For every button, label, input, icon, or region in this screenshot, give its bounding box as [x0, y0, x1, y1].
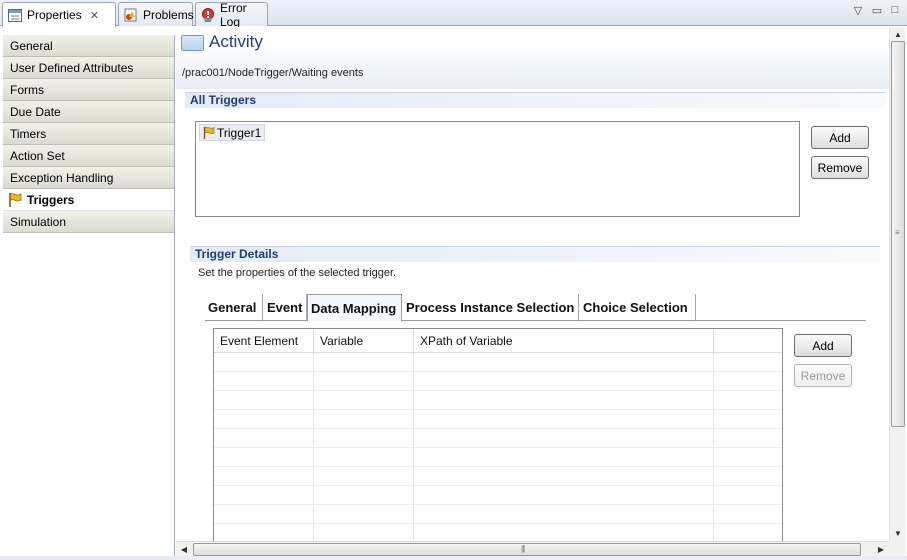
scroll-down-icon[interactable]: ▼ — [891, 526, 905, 540]
section-title: Trigger Details — [195, 247, 279, 261]
tab-label: Event — [267, 300, 303, 315]
column-header-variable[interactable]: Variable — [314, 329, 414, 353]
horizontal-scroll-thumb[interactable]: ||| — [193, 543, 861, 556]
button-label: Remove — [817, 160, 863, 175]
column-label: XPath of Variable — [420, 334, 513, 348]
nav-item-user-defined-attributes[interactable]: User Defined Attributes — [3, 57, 174, 79]
button-label: Add — [829, 130, 851, 145]
close-icon[interactable]: ✕ — [90, 9, 99, 22]
maximize-icon[interactable]: □ — [888, 4, 902, 16]
properties-header: Activity /prac001/NodeTrigger/Waiting ev… — [176, 27, 889, 89]
nav-item-due-date[interactable]: Due Date — [3, 101, 174, 123]
tab-error-log[interactable]: Error Log — [195, 0, 268, 29]
property-sections-nav: General User Defined Attributes Forms Du… — [3, 35, 175, 560]
scroll-right-icon[interactable]: ▶ — [874, 542, 888, 556]
tab-choice-selection[interactable]: Choice Selection — [580, 294, 696, 321]
tab-label: Problems — [143, 7, 194, 22]
section-title: All Triggers — [190, 93, 257, 107]
table-row — [214, 353, 782, 372]
nav-item-general[interactable]: General — [3, 35, 174, 57]
nav-item-label: General — [10, 38, 53, 53]
column-label: Event Element — [220, 334, 299, 348]
table-row — [214, 505, 782, 524]
properties-main-panel: Activity /prac001/NodeTrigger/Waiting ev… — [176, 27, 889, 541]
tab-process-instance-selection[interactable]: Process Instance Selection — [403, 294, 579, 321]
nav-item-label: Timers — [10, 126, 47, 141]
table-row — [214, 429, 782, 448]
error-log-icon — [201, 7, 215, 22]
grip-icon: ≡ — [895, 228, 900, 237]
nav-item-label: Triggers — [27, 192, 75, 207]
table-row — [214, 524, 782, 541]
table-header: Event Element Variable XPath of Variable — [214, 329, 782, 353]
remove-trigger-button[interactable]: Remove — [811, 156, 869, 179]
trigger-details-section-header[interactable]: Trigger Details — [190, 246, 880, 262]
table-row — [214, 467, 782, 486]
column-header-empty[interactable] — [714, 329, 782, 353]
tab-label: Properties — [27, 8, 82, 22]
nav-item-label: Action Set — [10, 148, 65, 163]
table-row — [214, 486, 782, 505]
nav-item-exception-handling[interactable]: Exception Handling — [3, 167, 174, 189]
tab-label: Process Instance Selection — [406, 300, 575, 315]
tab-event[interactable]: Event — [264, 294, 307, 321]
column-header-event-element[interactable]: Event Element — [214, 329, 314, 353]
tab-label: Error Log — [220, 0, 247, 29]
tab-properties[interactable]: Properties ✕ — [2, 2, 116, 27]
tab-data-mapping[interactable]: Data Mapping — [307, 294, 402, 322]
table-row — [214, 448, 782, 467]
button-label: Remove — [800, 368, 846, 383]
table-row — [214, 372, 782, 391]
properties-icon — [8, 8, 22, 22]
data-mapping-table[interactable]: Event Element Variable XPath of Variable — [213, 328, 783, 541]
problems-icon — [124, 8, 138, 22]
nav-item-action-set[interactable]: Action Set — [3, 145, 174, 167]
tab-problems[interactable]: Problems — [118, 2, 194, 26]
column-header-xpath-of-variable[interactable]: XPath of Variable — [414, 329, 714, 353]
button-label: Add — [812, 338, 834, 353]
nav-item-triggers[interactable]: Triggers — [3, 189, 174, 211]
page-title: Activity — [209, 32, 263, 51]
all-triggers-section-header[interactable]: All Triggers — [185, 92, 885, 108]
scroll-up-icon[interactable]: ▲ — [891, 27, 905, 41]
nav-item-forms[interactable]: Forms — [3, 79, 174, 101]
list-item[interactable]: Trigger1 — [199, 124, 266, 141]
vertical-scroll-thumb[interactable]: ≡ — [891, 41, 905, 427]
trigger-details-description: Set the properties of the selected trigg… — [198, 267, 397, 279]
window-bottom-border — [0, 556, 907, 560]
view-tab-bar: Properties ✕ Problems Error Log ▽ ▭ □ — [0, 0, 907, 29]
scrollbar-corner — [889, 541, 905, 556]
nav-item-label: Simulation — [10, 214, 67, 229]
triggers-list[interactable]: Trigger1 — [195, 121, 800, 217]
trigger-details-tabs: General Event Data Mapping Process Insta… — [205, 294, 866, 322]
add-mapping-button[interactable]: Add — [794, 334, 852, 357]
flag-icon — [7, 192, 25, 208]
table-row — [214, 391, 782, 410]
tab-label: Data Mapping — [311, 300, 397, 316]
grip-icon: ||| — [521, 544, 525, 553]
nav-item-label: Due Date — [10, 104, 61, 119]
trigger-name: Trigger1 — [217, 125, 262, 140]
tab-general[interactable]: General — [205, 294, 263, 321]
activity-icon — [181, 35, 204, 51]
nav-item-simulation[interactable]: Simulation — [3, 211, 174, 233]
flag-icon — [202, 126, 216, 140]
tab-label: Choice Selection — [583, 300, 688, 315]
nav-item-label: User Defined Attributes — [10, 60, 134, 75]
tab-label: General — [208, 300, 257, 315]
column-label: Variable — [320, 334, 364, 348]
vertical-scrollbar[interactable]: ▲ ≡ ▼ — [889, 27, 905, 541]
remove-mapping-button[interactable]: Remove — [794, 364, 852, 387]
nav-item-label: Forms — [10, 82, 44, 97]
element-path: /prac001/NodeTrigger/Waiting events — [182, 67, 364, 79]
add-trigger-button[interactable]: Add — [811, 126, 869, 149]
view-menu-icon[interactable]: ▽ — [851, 4, 865, 17]
nav-item-timers[interactable]: Timers — [3, 123, 174, 145]
table-row — [214, 410, 782, 429]
minimize-icon[interactable]: ▭ — [870, 4, 884, 17]
nav-item-label: Exception Handling — [10, 170, 114, 185]
horizontal-scrollbar[interactable]: ◀ ||| ▶ — [176, 541, 889, 556]
scroll-left-icon[interactable]: ◀ — [177, 542, 191, 556]
